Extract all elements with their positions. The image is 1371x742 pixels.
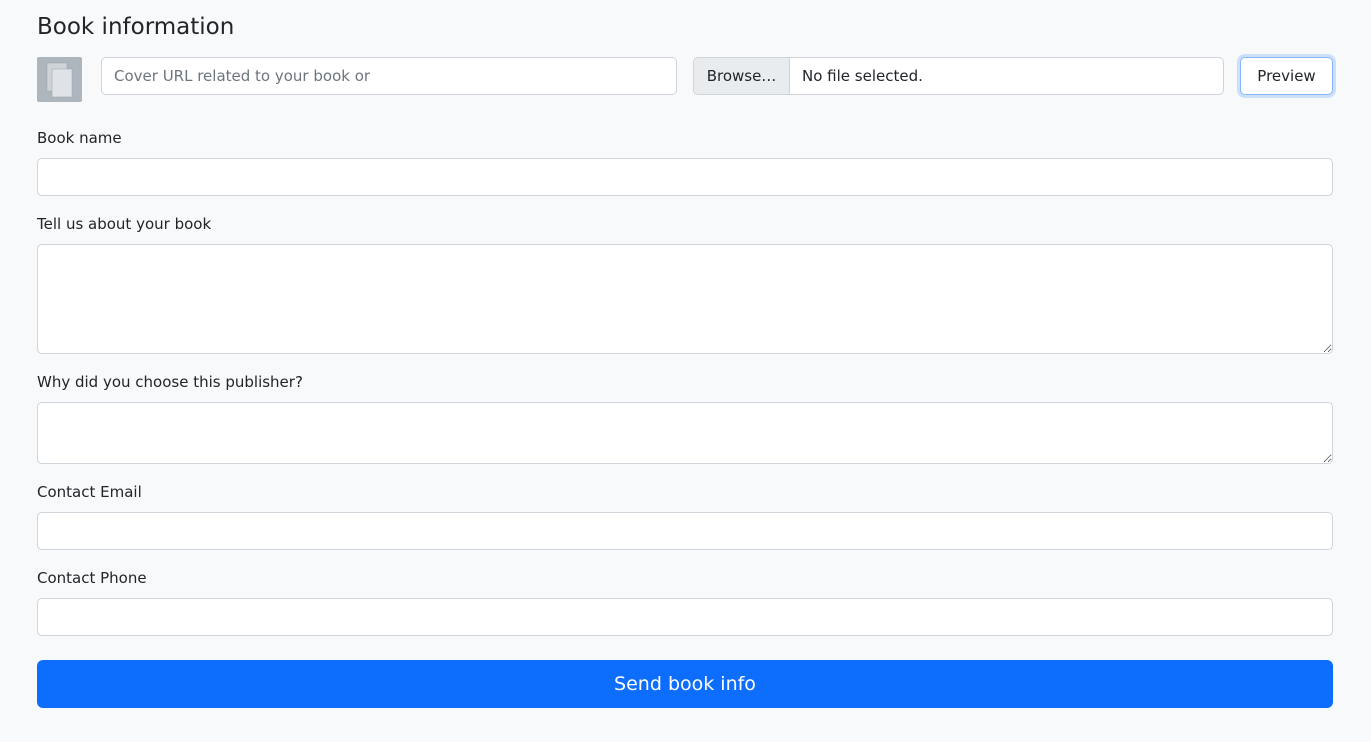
contact-phone-label: Contact Phone [37,569,147,587]
file-status-text: No file selected. [802,67,923,85]
page-title: Book information [37,14,235,40]
browse-button[interactable]: Browse… [694,58,790,94]
book-name-input[interactable] [37,158,1333,196]
about-book-label: Tell us about your book [37,215,212,233]
contact-email-label: Contact Email [37,483,142,501]
publisher-reason-label: Why did you choose this publisher? [37,373,303,391]
contact-email-input[interactable] [37,512,1333,550]
cover-url-input[interactable] [101,57,677,95]
preview-button[interactable]: Preview [1240,57,1333,95]
cover-file-input[interactable]: Browse… No file selected. [693,57,1224,95]
about-book-textarea[interactable] [37,244,1333,354]
cover-thumbnail [37,57,82,102]
book-name-label: Book name [37,129,122,147]
files-icon [46,62,73,98]
book-info-form: Book information Browse… No file selecte… [0,0,1371,742]
send-book-info-button[interactable]: Send book info [37,660,1333,708]
publisher-reason-textarea[interactable] [37,402,1333,464]
contact-phone-input[interactable] [37,598,1333,636]
